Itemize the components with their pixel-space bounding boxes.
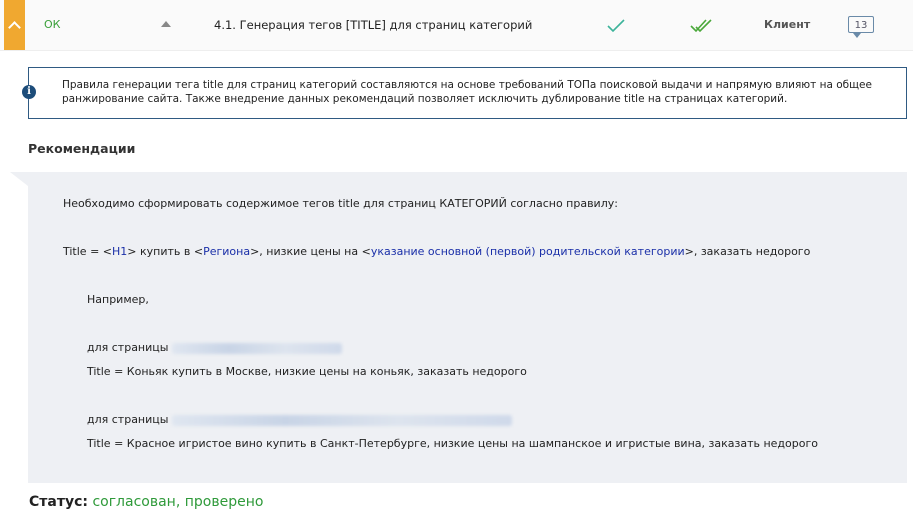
example-page-label: для страницы xyxy=(87,341,169,354)
redacted-url-2[interactable] xyxy=(172,414,513,426)
rule-parent-category: указание основной (первой) родительской … xyxy=(370,245,685,258)
status-value: согласован, проверено xyxy=(92,494,264,510)
rule-region: Региона xyxy=(203,245,251,258)
recommendation-intro: Необходимо сформировать содержимое тегов… xyxy=(63,197,618,210)
rule-h1: H1 xyxy=(112,245,128,258)
example-page-2: для страницы xyxy=(87,413,513,426)
title-rule: Title = <H1> купить в <Региона>, низкие … xyxy=(63,245,810,258)
comments-count-icon[interactable]: 13 xyxy=(848,16,874,38)
example-title-1: Title = Коньяк купить в Москве, низкие ц… xyxy=(87,365,527,378)
task-row[interactable]: ОК 4.1. Генерация тегов [TITLE] для стра… xyxy=(0,0,913,51)
final-status: Статус: согласован, проверено xyxy=(29,494,263,510)
chevron-up-icon xyxy=(8,20,21,34)
task-status: ОК xyxy=(44,18,61,31)
info-icon: i xyxy=(22,85,36,99)
rule-mid2: >, низкие цены на < xyxy=(250,245,371,258)
example-page-label: для страницы xyxy=(87,413,169,426)
example-page-1: для страницы xyxy=(87,341,343,354)
rule-prefix: Title = < xyxy=(63,245,113,258)
info-text: Правила генерации тега title для страниц… xyxy=(62,79,872,105)
status-label: Статус: xyxy=(29,494,88,510)
task-title[interactable]: 4.1. Генерация тегов [TITLE] для страниц… xyxy=(214,18,532,32)
recommendations-heading: Рекомендации xyxy=(28,141,136,156)
check-icon xyxy=(607,19,625,33)
sort-arrow-icon[interactable] xyxy=(161,21,171,27)
panel-pointer xyxy=(10,172,28,186)
example-label: Например, xyxy=(87,293,149,306)
rule-mid1: > купить в < xyxy=(127,245,204,258)
double-check-icon xyxy=(690,19,712,33)
example-title-2: Title = Красное игристое вино купить в С… xyxy=(87,437,818,450)
task-owner: Клиент xyxy=(764,18,811,31)
redacted-url-1[interactable] xyxy=(172,342,343,354)
rule-suffix: >, заказать недорого xyxy=(684,245,811,258)
collapse-button[interactable] xyxy=(4,0,25,50)
